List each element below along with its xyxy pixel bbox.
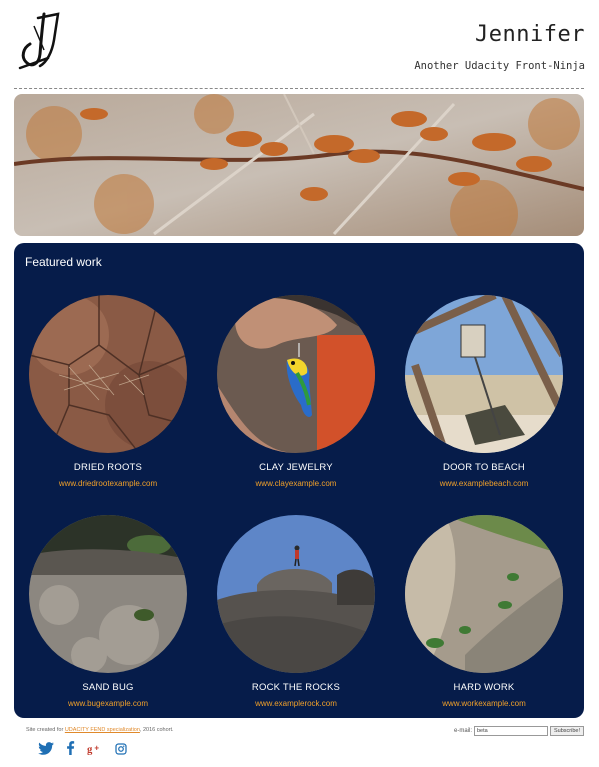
portfolio-title: DRIED ROOTS <box>73 462 143 473</box>
brand-title: Jennifer <box>475 22 585 47</box>
portfolio-image-rock-the-rocks[interactable] <box>217 515 375 673</box>
instagram-icon[interactable] <box>115 742 127 760</box>
featured-work-section: Featured work DRIED ROOTS www.driedroote… <box>14 243 584 718</box>
portfolio-title: ROCK THE ROCKS <box>251 682 341 693</box>
portfolio-title: SAND BUG <box>82 682 134 693</box>
svg-text:+: + <box>94 743 99 752</box>
credit-suffix: , 2016 cohort. <box>139 727 174 733</box>
subscribe-button[interactable]: Subscribe! <box>550 726 584 736</box>
portfolio-image-dried-roots[interactable] <box>29 295 187 453</box>
portfolio-link[interactable]: www.examplerock.com <box>202 699 390 708</box>
google-plus-icon[interactable]: g + <box>87 742 103 760</box>
portfolio-image-clay-jewelry[interactable] <box>217 295 375 453</box>
portfolio-card-clay-jewelry[interactable]: CLAY JEWELRY www.clayexample.com <box>202 295 390 488</box>
hero-image <box>14 94 584 236</box>
portfolio-link[interactable]: www.workexample.com <box>390 699 578 708</box>
portfolio-card-dried-roots[interactable]: DRIED ROOTS www.driedrootexample.com <box>14 295 202 488</box>
svg-text:g: g <box>87 744 93 755</box>
social-links: g + <box>38 741 127 760</box>
portfolio-title: CLAY JEWELRY <box>259 462 333 473</box>
facebook-icon[interactable] <box>66 741 75 760</box>
logo[interactable] <box>14 10 64 74</box>
twitter-icon[interactable] <box>38 741 54 760</box>
portfolio-card-sand-bug[interactable]: SAND BUG www.bugexample.com <box>14 515 202 708</box>
site-credit: Site created for UDACITY FEND specializa… <box>26 727 174 733</box>
header-divider <box>14 88 584 89</box>
portfolio-card-hard-work[interactable]: HARD WORK www.workexample.com <box>390 515 578 708</box>
portfolio-link[interactable]: www.bugexample.com <box>14 699 202 708</box>
portfolio-link[interactable]: www.driedrootexample.com <box>14 479 202 488</box>
email-field[interactable] <box>474 726 548 736</box>
portfolio-image-door-to-beach[interactable] <box>405 295 563 453</box>
portfolio-link[interactable]: www.clayexample.com <box>202 479 390 488</box>
portfolio-title: DOOR TO BEACH <box>443 462 525 473</box>
brand-tagline: Another Udacity Front-Ninja <box>414 60 585 72</box>
portfolio-link[interactable]: www.examplebeach.com <box>390 479 578 488</box>
credit-prefix: Site created for <box>26 727 65 733</box>
email-label: e-mail: <box>453 728 472 734</box>
credit-link[interactable]: UDACITY FEND specialization <box>65 727 140 733</box>
portfolio-card-rock-the-rocks[interactable]: ROCK THE ROCKS www.examplerock.com <box>202 515 390 708</box>
portfolio-image-hard-work[interactable] <box>405 515 563 673</box>
featured-work-title: Featured work <box>25 255 102 269</box>
portfolio-card-door-to-beach[interactable]: DOOR TO BEACH www.examplebeach.com <box>390 295 578 488</box>
portfolio-title: HARD WORK <box>453 682 515 693</box>
subscribe-form: e-mail: Subscribe! <box>454 726 584 736</box>
portfolio-image-sand-bug[interactable] <box>29 515 187 673</box>
